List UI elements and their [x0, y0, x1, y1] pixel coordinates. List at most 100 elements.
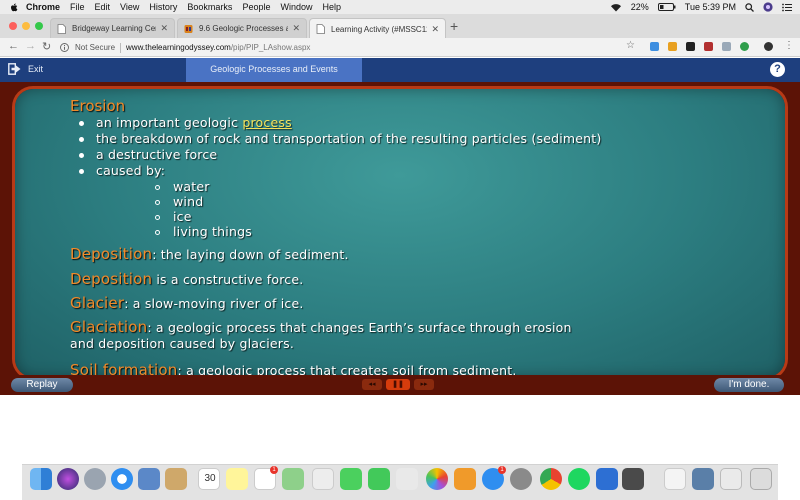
- contacts-icon[interactable]: [165, 468, 187, 490]
- extension-icon[interactable]: [650, 42, 659, 51]
- ibooks-icon[interactable]: [454, 468, 476, 490]
- spotlight-search-icon[interactable]: [745, 2, 754, 12]
- definition-text: : the laying down of sediment.: [152, 247, 349, 262]
- pause-button[interactable]: ❚❚: [386, 379, 410, 390]
- help-button[interactable]: ?: [770, 62, 785, 77]
- rewind-button[interactable]: ◂◂: [362, 379, 382, 390]
- definition-glaciation: Glaciation: a geologic process that chan…: [70, 319, 572, 352]
- list-item: ice: [155, 209, 252, 224]
- profile-avatar[interactable]: [764, 42, 773, 51]
- info-icon[interactable]: [60, 43, 69, 52]
- downloads-folder-icon[interactable]: [720, 468, 742, 490]
- menu-help[interactable]: Help: [322, 2, 341, 12]
- notes-icon[interactable]: [226, 468, 248, 490]
- address-divider: [120, 42, 122, 53]
- safari-icon[interactable]: [111, 468, 133, 490]
- menu-file[interactable]: File: [70, 2, 85, 12]
- chrome-icon[interactable]: [540, 468, 562, 490]
- itunes-photos-icon[interactable]: [426, 468, 448, 490]
- word-icon[interactable]: [596, 468, 618, 490]
- extension-icon[interactable]: [686, 42, 695, 51]
- cause-text: living things: [173, 224, 252, 239]
- close-tab-icon[interactable]: ✕: [160, 23, 168, 34]
- list-item: a destructive force: [79, 147, 601, 163]
- photo-booth-icon[interactable]: [396, 468, 418, 490]
- documents-stack-icon[interactable]: [664, 468, 686, 490]
- terminal-icon[interactable]: [622, 468, 644, 490]
- maps-icon[interactable]: [282, 468, 304, 490]
- replay-button[interactable]: Replay: [11, 378, 73, 392]
- menu-bookmarks[interactable]: Bookmarks: [187, 2, 232, 12]
- definition-text: : a slow-moving river of ice.: [124, 296, 304, 311]
- facetime-icon[interactable]: [368, 468, 390, 490]
- forward-arrow-icon[interactable]: →: [25, 40, 36, 52]
- bullet-text: an important geologic: [96, 115, 243, 130]
- menu-app-chrome[interactable]: Chrome: [26, 2, 60, 12]
- minimize-window-button[interactable]: [22, 22, 30, 30]
- tab-learning-activity[interactable]: Learning Activity (#MSSC125) ✕: [309, 18, 446, 39]
- back-arrow-icon[interactable]: ←: [8, 40, 19, 52]
- extension-icon[interactable]: [740, 42, 749, 51]
- notification-center-icon[interactable]: [782, 3, 792, 12]
- wifi-icon[interactable]: [610, 3, 622, 12]
- list-item: wind: [155, 194, 252, 209]
- tab-geologic-processes[interactable]: 9.6 Geologic Processes and Ev ✕: [177, 18, 307, 38]
- erosion-heading: Erosion: [70, 97, 126, 115]
- menu-people[interactable]: People: [242, 2, 270, 12]
- url-domain: www.thelearningodyssey.com: [126, 43, 231, 52]
- sub-bullet-icon: [155, 200, 160, 205]
- address-bar[interactable]: Not Secure www.thelearningodyssey.com/pi…: [60, 40, 640, 55]
- close-tab-icon[interactable]: ✕: [292, 23, 300, 34]
- reminders-badge: 1: [270, 466, 278, 474]
- finder-icon[interactable]: [30, 468, 52, 490]
- done-button[interactable]: I'm done.: [714, 378, 784, 392]
- menu-history[interactable]: History: [149, 2, 177, 12]
- exit-button[interactable]: Exit: [8, 63, 43, 75]
- reload-icon[interactable]: ↻: [42, 40, 51, 53]
- extension-icon[interactable]: [722, 42, 731, 51]
- term-label: Deposition: [70, 245, 153, 263]
- spotify-icon[interactable]: [568, 468, 590, 490]
- lesson-title-tab: Geologic Processes and Events: [186, 58, 362, 82]
- calendar-icon[interactable]: 30: [198, 468, 220, 490]
- bookmark-star-icon[interactable]: ☆: [626, 40, 635, 51]
- bullet-text: caused by:: [96, 163, 166, 178]
- close-window-button[interactable]: [9, 22, 17, 30]
- tab-title: Bridgeway Learning Center: [72, 24, 156, 33]
- erosion-bullets: an important geologic process the breakd…: [79, 115, 601, 179]
- sub-bullet-icon: [155, 230, 160, 235]
- definition-text: : a geologic process that changes Earth’…: [147, 320, 572, 335]
- list-item: living things: [155, 224, 252, 239]
- apple-icon[interactable]: [10, 2, 18, 12]
- extension-icon[interactable]: [668, 42, 677, 51]
- menu-window[interactable]: Window: [280, 2, 312, 12]
- messages-icon[interactable]: [340, 468, 362, 490]
- photos-icon[interactable]: [312, 468, 334, 490]
- menu-clock[interactable]: Tue 5:39 PM: [685, 2, 736, 12]
- siri-icon[interactable]: [763, 2, 773, 12]
- process-link[interactable]: process: [242, 115, 291, 130]
- launchpad-icon[interactable]: [84, 468, 106, 490]
- new-tab-button[interactable]: +: [450, 18, 458, 34]
- tab-title: Learning Activity (#MSSC125): [331, 24, 428, 34]
- bullet-text: a destructive force: [96, 147, 218, 162]
- lesson-frame: Erosion an important geologic process th…: [0, 82, 800, 395]
- close-tab-icon[interactable]: ✕: [431, 24, 439, 35]
- siri-dock-icon[interactable]: [57, 468, 79, 490]
- forward-button[interactable]: ▸▸: [414, 379, 434, 390]
- tab-bridgeway[interactable]: Bridgeway Learning Center ✕: [50, 18, 175, 38]
- extension-icon[interactable]: [704, 42, 713, 51]
- app-store-badge: 1: [498, 466, 506, 474]
- list-item: water: [155, 179, 252, 194]
- trash-icon[interactable]: [750, 468, 772, 490]
- mail-icon[interactable]: [138, 468, 160, 490]
- system-preferences-icon[interactable]: [510, 468, 532, 490]
- zoom-window-button[interactable]: [35, 22, 43, 30]
- definition-text-continued: and deposition caused by glaciers.: [70, 336, 294, 351]
- menu-edit[interactable]: Edit: [95, 2, 111, 12]
- downloads-stack-icon[interactable]: [692, 468, 714, 490]
- more-menu-icon[interactable]: ⋮: [784, 40, 794, 51]
- media-controls: ◂◂ ❚❚ ▸▸: [362, 379, 434, 390]
- menu-view[interactable]: View: [120, 2, 139, 12]
- battery-icon[interactable]: [657, 3, 676, 11]
